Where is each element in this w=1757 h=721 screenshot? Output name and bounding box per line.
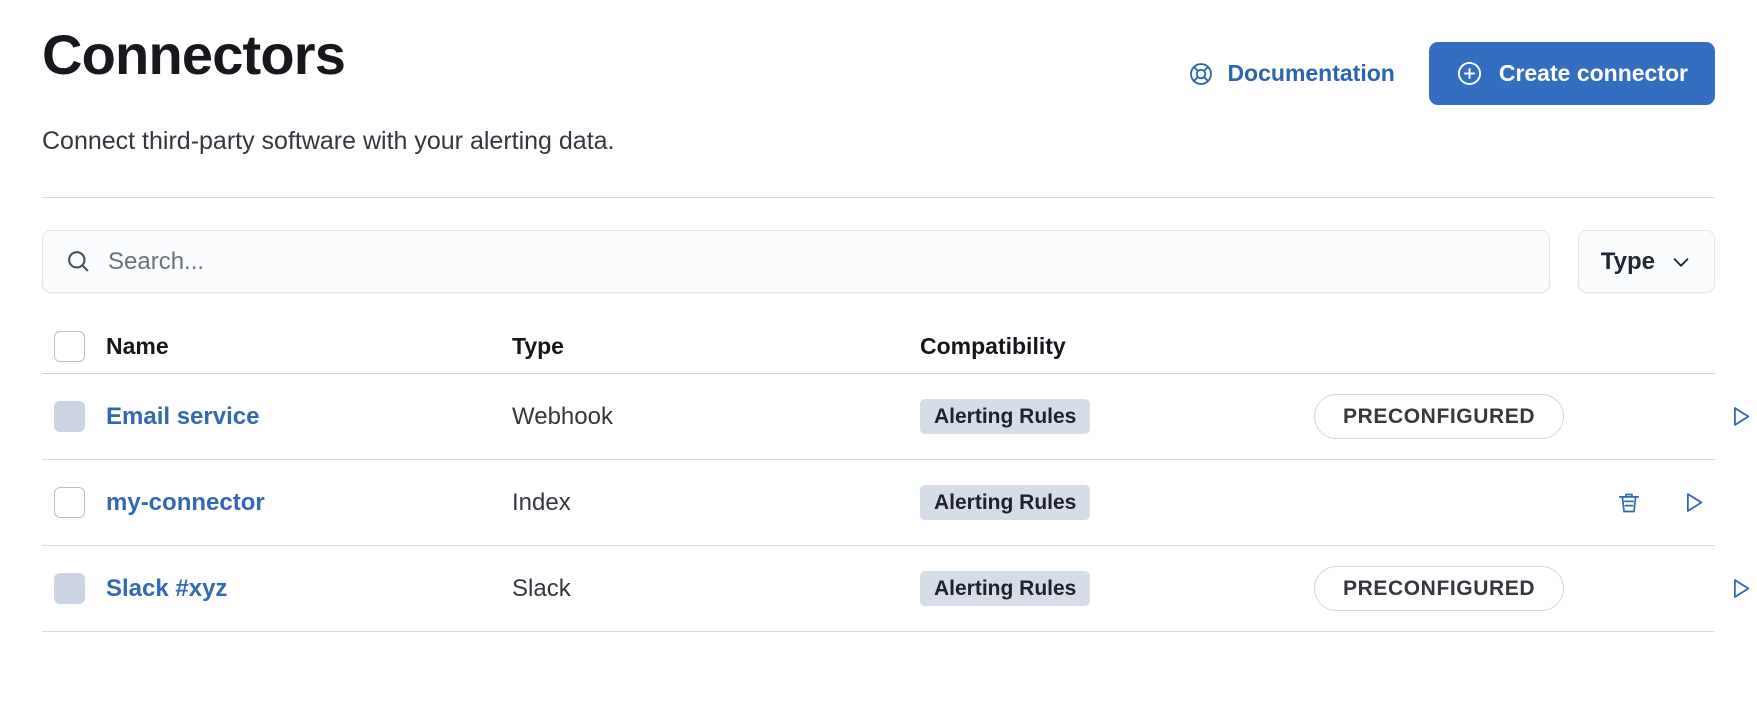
run-connector-button[interactable]	[1680, 489, 1707, 516]
page-header: Connectors Documentation	[42, 0, 1715, 105]
connector-name-cell: Slack #xyz	[106, 575, 512, 603]
header-divider	[42, 197, 1715, 198]
delete-placeholder	[1663, 404, 1689, 430]
connector-type-cell: Index	[512, 489, 920, 517]
chevron-down-icon	[1670, 251, 1692, 273]
header-actions: Documentation Create connector	[1188, 22, 1715, 105]
documentation-link[interactable]: Documentation	[1188, 60, 1394, 87]
row-select-checkbox[interactable]	[54, 573, 85, 604]
play-triangle-icon	[1727, 575, 1754, 602]
status-badge: PRECONFIGURED	[1314, 566, 1564, 611]
column-header-type[interactable]: Type	[512, 333, 920, 360]
row-select-cell	[42, 487, 106, 518]
connector-type-cell: Slack	[512, 575, 920, 603]
connector-name-cell: Email service	[106, 403, 512, 431]
compatibility-badge: Alerting Rules	[920, 485, 1090, 520]
documentation-label: Documentation	[1227, 60, 1394, 87]
connector-status-cell: PRECONFIGURED	[1314, 566, 1622, 611]
connector-compatibility-cell: Alerting Rules	[920, 485, 1314, 520]
run-connector-button[interactable]	[1727, 575, 1754, 602]
connectors-page: Connectors Documentation	[0, 0, 1757, 721]
row-select-checkbox[interactable]	[54, 487, 85, 518]
connectors-table: Name Type Compatibility Email service We…	[42, 319, 1715, 632]
row-actions-cell	[1622, 403, 1757, 430]
row-select-cell	[42, 573, 106, 604]
row-select-cell	[42, 401, 106, 432]
select-all-cell	[42, 331, 106, 362]
table-toolbar: Type	[42, 230, 1715, 293]
play-triangle-icon	[1727, 403, 1754, 430]
page-title: Connectors	[42, 22, 345, 88]
select-all-checkbox[interactable]	[54, 331, 85, 362]
page-subtitle: Connect third-party software with your a…	[42, 125, 1715, 157]
search-icon	[65, 248, 92, 275]
type-filter-label: Type	[1601, 248, 1655, 276]
type-filter-dropdown[interactable]: Type	[1578, 230, 1715, 293]
lifebuoy-help-icon	[1188, 61, 1214, 87]
delete-connector-button[interactable]	[1616, 490, 1642, 516]
connector-type-cell: Webhook	[512, 403, 920, 431]
compatibility-badge: Alerting Rules	[920, 399, 1090, 434]
table-header-row: Name Type Compatibility	[42, 319, 1715, 374]
compatibility-badge: Alerting Rules	[920, 571, 1090, 606]
connector-name-link[interactable]: Slack #xyz	[106, 575, 227, 602]
connector-status-cell: PRECONFIGURED	[1314, 394, 1622, 439]
create-connector-button[interactable]: Create connector	[1429, 42, 1715, 105]
row-select-checkbox[interactable]	[54, 401, 85, 432]
run-connector-button[interactable]	[1727, 403, 1754, 430]
column-header-name[interactable]: Name	[106, 333, 512, 360]
table-row: Email service Webhook Alerting Rules PRE…	[42, 374, 1715, 460]
play-triangle-icon	[1680, 489, 1707, 516]
plus-in-circle-icon	[1456, 60, 1483, 87]
delete-placeholder	[1663, 576, 1689, 602]
connector-name-link[interactable]: my-connector	[106, 489, 265, 516]
row-actions-cell	[1575, 489, 1715, 516]
search-input[interactable]	[108, 248, 1527, 276]
column-header-compatibility[interactable]: Compatibility	[920, 333, 1314, 360]
search-box[interactable]	[42, 230, 1550, 293]
connector-name-link[interactable]: Email service	[106, 403, 259, 430]
table-row: my-connector Index Alerting Rules	[42, 460, 1715, 546]
connector-compatibility-cell: Alerting Rules	[920, 399, 1314, 434]
connector-compatibility-cell: Alerting Rules	[920, 571, 1314, 606]
trash-icon	[1616, 490, 1642, 516]
create-connector-label: Create connector	[1499, 60, 1688, 87]
status-badge: PRECONFIGURED	[1314, 394, 1564, 439]
row-actions-cell	[1622, 575, 1757, 602]
connector-name-cell: my-connector	[106, 489, 512, 517]
table-row: Slack #xyz Slack Alerting Rules PRECONFI…	[42, 546, 1715, 632]
